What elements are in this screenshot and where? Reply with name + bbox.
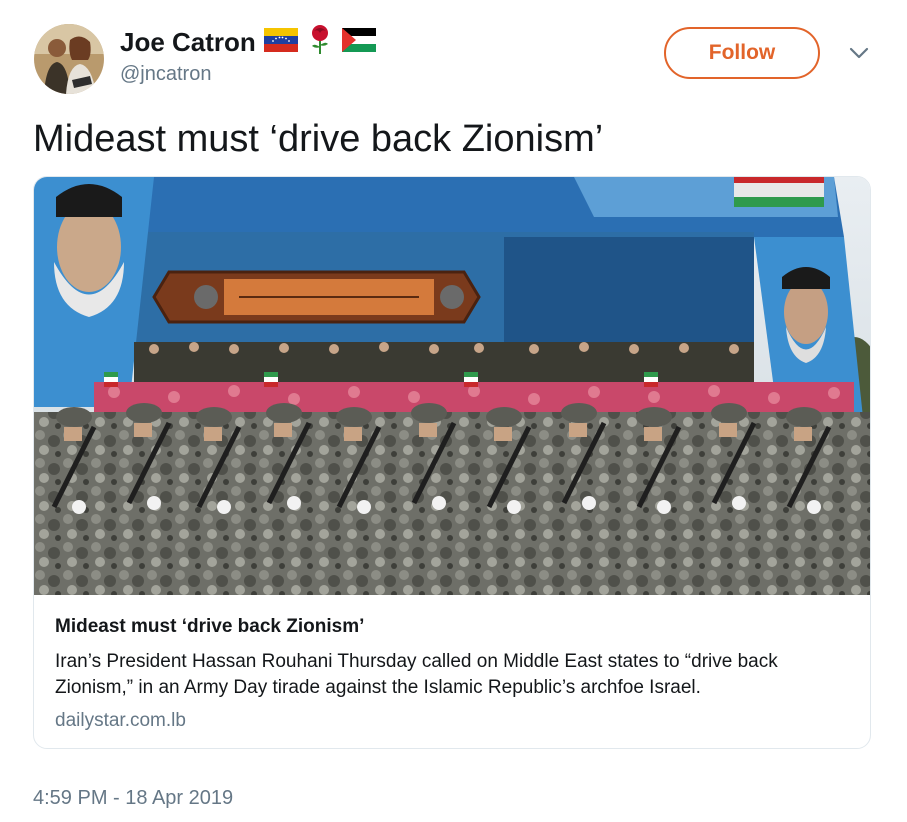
follow-button[interactable]: Follow: [664, 27, 820, 79]
military-parade-photo: [34, 177, 870, 595]
rose-icon: [312, 25, 328, 54]
card-domain: dailystar.com.lb: [55, 710, 186, 731]
tweet-text: Mideast must ‘drive back Zionism’: [33, 118, 604, 160]
two-people-avatar-icon: [34, 24, 104, 94]
palestine-flag-icon: [342, 28, 376, 52]
tweet-timestamp[interactable]: 4:59 PM - 18 Apr 2019: [33, 785, 233, 811]
author-name[interactable]: Joe Catron: [120, 26, 256, 58]
card-description: Iran’s President Hassan Rouhani Thursday…: [55, 651, 778, 698]
card-title: Mideast must ‘drive back Zionism’: [55, 616, 365, 637]
author-handle[interactable]: @jncatron: [120, 62, 211, 86]
venezuela-flag-icon: [264, 28, 298, 52]
link-card[interactable]: Mideast must ‘drive back Zionism’ Iran’s…: [33, 176, 871, 749]
chevron-down-icon[interactable]: [848, 46, 870, 60]
avatar[interactable]: [34, 24, 104, 94]
name-emojis: [264, 25, 376, 54]
follow-button-label: Follow: [708, 41, 776, 64]
